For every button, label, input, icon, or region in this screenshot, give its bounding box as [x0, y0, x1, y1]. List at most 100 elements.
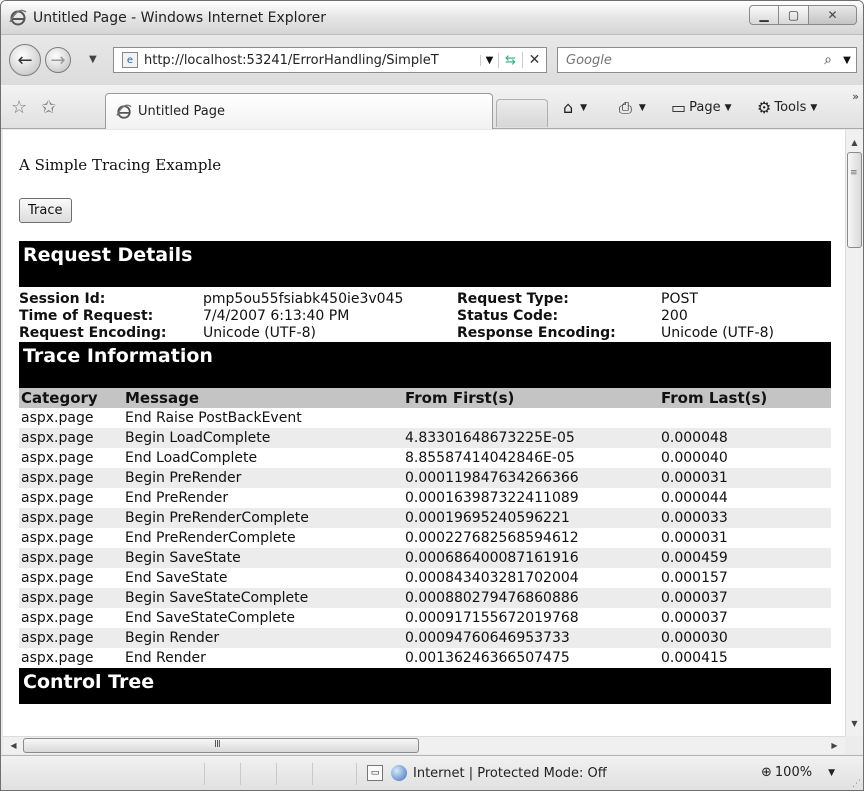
tab-untitled-page[interactable]: Untitled Page: [105, 93, 493, 129]
cell-category: aspx.page: [21, 570, 94, 586]
request-details-header: Request Details: [19, 241, 831, 287]
cell-from-first: 4.83301648673225E-05: [405, 428, 661, 448]
trace-information-table: Category Message From First(s) From Last…: [19, 388, 831, 668]
page-menu-button[interactable]: ▭ Page ▼: [671, 98, 732, 117]
scroll-up-button[interactable]: ▲: [846, 134, 863, 151]
detail-row: Time of Request: 7/4/2007 6:13:40 PM Sta…: [19, 308, 831, 325]
cell-category: aspx.page: [19, 548, 125, 568]
vertical-scrollbar[interactable]: ▲ ≡ ▼: [845, 130, 863, 736]
cell-from-first: 8.85587414042846E-05: [405, 450, 575, 466]
address-bar[interactable]: e http://localhost:53241/ErrorHandling/S…: [113, 47, 547, 73]
detail-value: 200: [661, 308, 688, 324]
table-row: aspx.page End PreRender 0.00016398732241…: [19, 488, 831, 508]
more-commands-chevron-icon[interactable]: »: [852, 90, 859, 103]
cell-category: aspx.page: [21, 410, 94, 426]
search-input[interactable]: [558, 52, 818, 68]
resize-grip-icon[interactable]: ⋰: [852, 779, 861, 789]
cell-from-first: 0.000163987322411089: [405, 490, 579, 506]
cell-message: End LoadComplete: [125, 450, 258, 466]
cell-message: End PreRenderComplete: [125, 530, 296, 546]
vertical-scroll-thumb[interactable]: [847, 152, 862, 248]
cell-message: Begin SaveState: [125, 548, 405, 568]
detail-value: Unicode (UTF-8): [661, 325, 774, 341]
scroll-down-button[interactable]: ▼: [846, 715, 863, 732]
cell-message: Begin SaveStateComplete: [125, 588, 405, 608]
table-header-row: Category Message From First(s) From Last…: [19, 388, 831, 408]
cell-from-last: 0.000044: [661, 490, 728, 506]
zoom-level: 100%: [774, 765, 813, 780]
page-icon: e: [122, 52, 138, 68]
cell-message: Begin Render: [125, 628, 405, 648]
tools-menu-button[interactable]: ⚙ Tools ▼: [757, 98, 817, 117]
minimize-button[interactable]: ▁: [749, 5, 779, 25]
cell-from-first: 0.000843403281702004: [405, 570, 579, 586]
status-panel: [313, 763, 357, 785]
scroll-right-button[interactable]: ▶: [826, 737, 843, 754]
command-toolbar: ☆ ✩ Untitled Page ⌂ ▼ ⎙ ▼ ▭ Page ▼ ⚙ Tools ▼ »: [1, 85, 863, 129]
close-button[interactable]: ✕: [809, 5, 857, 25]
address-url[interactable]: http://localhost:53241/ErrorHandling/Sim…: [144, 53, 480, 68]
internet-explorer-icon: [116, 104, 132, 119]
stop-button[interactable]: ✕: [522, 52, 546, 68]
minimize-icon: ▁: [759, 8, 769, 22]
browser-window: Untitled Page - Windows Internet Explore…: [0, 0, 864, 791]
cell-message: End PreRender: [125, 490, 229, 506]
cell-category: aspx.page: [19, 628, 125, 648]
detail-label: Time of Request:: [19, 308, 154, 324]
horizontal-scrollbar[interactable]: ◀ III ▶: [3, 736, 845, 754]
cell-from-first: 0.000880279476860886: [405, 588, 661, 608]
cell-from-last: 0.000031: [661, 468, 831, 488]
cell-from-last: 0.000415: [661, 650, 728, 666]
status-text-panel: [1, 763, 205, 785]
trace-information-header: Trace Information: [19, 342, 831, 388]
page-icon: ▭: [671, 98, 687, 117]
zoom-control[interactable]: ⊕ 100% ▼: [761, 765, 835, 780]
internet-explorer-icon: [9, 9, 27, 26]
search-box[interactable]: ⌕ ▼: [557, 47, 857, 73]
cell-message: Begin PreRenderComplete: [125, 508, 405, 528]
column-header-message: Message: [125, 388, 405, 408]
table-row: aspx.page Begin LoadComplete 4.833016486…: [19, 428, 831, 448]
print-button[interactable]: ⎙ ▼: [619, 98, 646, 118]
refresh-button[interactable]: ⇆: [498, 52, 522, 68]
detail-value: 7/4/2007 6:13:40 PM: [203, 308, 350, 324]
title-bar: Untitled Page - Windows Internet Explore…: [1, 1, 863, 35]
trace-button[interactable]: Trace: [19, 198, 72, 223]
cell-from-last: 0.000037: [661, 588, 831, 608]
cell-from-first: 0.00019695240596221: [405, 508, 661, 528]
search-options-dropdown[interactable]: ▼: [838, 55, 856, 66]
zoom-icon: ⊕: [761, 765, 772, 780]
detail-row: Request Encoding: Unicode (UTF-8) Respon…: [19, 325, 831, 342]
back-button[interactable]: ←: [9, 44, 41, 76]
security-zone[interactable]: ▭ Internet | Protected Mode: Off: [367, 765, 607, 781]
detail-label: Status Code:: [457, 308, 559, 324]
cell-message: Begin PreRender: [125, 468, 405, 488]
new-tab-button[interactable]: [496, 99, 548, 127]
forward-button[interactable]: →: [45, 47, 71, 73]
table-row: aspx.page End SaveStateComplete 0.000917…: [19, 608, 831, 628]
chevron-down-icon: ▼: [724, 102, 732, 113]
cell-message: Begin LoadComplete: [125, 428, 405, 448]
address-dropdown-button[interactable]: ▼: [480, 54, 498, 66]
detail-value: pmp5ou55fsiabk450ie3v045: [203, 291, 404, 307]
cell-from-first: 0.00094760646953733: [405, 628, 661, 648]
table-row: aspx.page Begin SaveState 0.000686400087…: [19, 548, 831, 568]
tools-menu-label: Tools: [774, 100, 807, 115]
add-to-favorites-icon[interactable]: ✩: [41, 97, 56, 118]
popup-blocker-icon: ▭: [367, 765, 383, 781]
status-bar: ▭ Internet | Protected Mode: Off ⊕ 100% …: [1, 755, 863, 790]
detail-label: Response Encoding:: [457, 325, 616, 341]
gear-icon: ⚙: [757, 98, 772, 117]
search-icon[interactable]: ⌕: [818, 52, 838, 68]
scroll-left-button[interactable]: ◀: [5, 737, 22, 754]
horizontal-scroll-thumb[interactable]: III: [23, 738, 419, 753]
cell-from-first: [405, 408, 661, 428]
home-button[interactable]: ⌂ ▼: [563, 98, 587, 117]
detail-value: Unicode (UTF-8): [203, 325, 316, 341]
recent-pages-dropdown[interactable]: ▼: [89, 54, 97, 65]
cell-category: aspx.page: [19, 428, 125, 448]
maximize-button[interactable]: ▢: [779, 5, 809, 25]
status-panel: [205, 763, 241, 785]
favorites-center-icon[interactable]: ☆: [11, 97, 27, 118]
security-zone-label: Internet | Protected Mode: Off: [413, 765, 607, 781]
